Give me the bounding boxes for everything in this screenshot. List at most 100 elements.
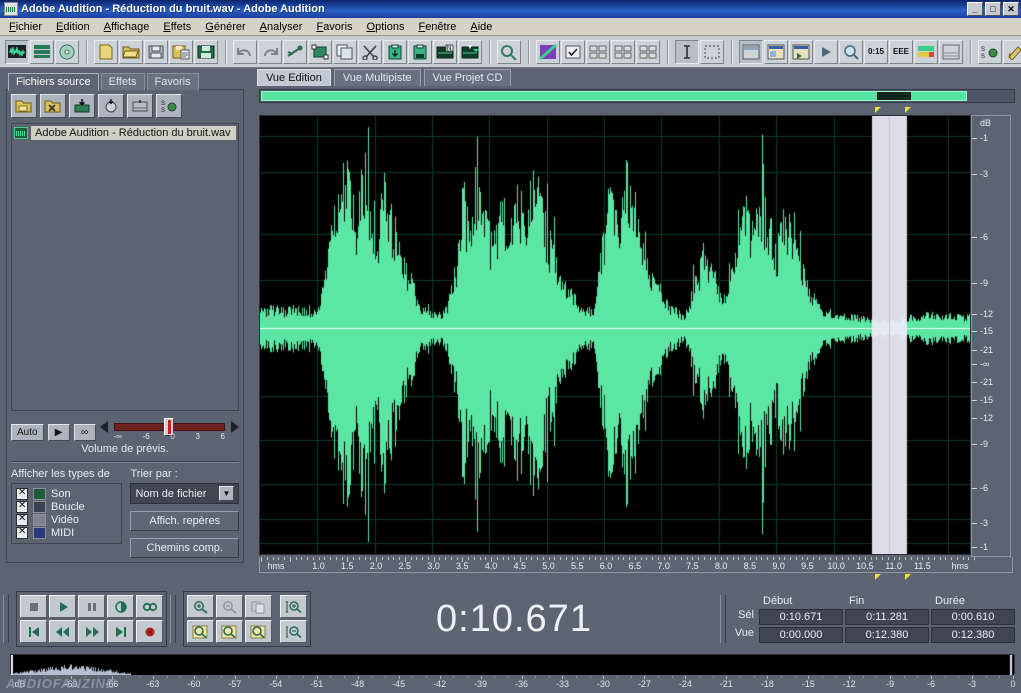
preview-play-button[interactable]: ▶ xyxy=(47,423,70,441)
scissors-icon[interactable] xyxy=(358,39,382,64)
save-icon[interactable] xyxy=(144,39,168,64)
options-icon[interactable]: SS xyxy=(156,94,182,118)
tab-vue-projet-cd[interactable]: Vue Projet CD xyxy=(423,69,512,86)
edit-view-icon[interactable] xyxy=(5,39,29,64)
auto-preview-button[interactable]: Auto xyxy=(11,423,44,441)
zoom-out-horizontal-button[interactable] xyxy=(216,595,243,618)
zoom-in-horizontal-button[interactable] xyxy=(187,595,214,618)
time-display[interactable]: 0:10.671 xyxy=(311,598,717,641)
cut-clip-icon[interactable] xyxy=(283,39,307,64)
menu-item-effets[interactable]: Effets xyxy=(156,19,198,35)
volume-decrease-arrow[interactable] xyxy=(99,421,108,433)
time-window-icon[interactable]: 0:15 xyxy=(864,39,888,64)
zoom-grip[interactable] xyxy=(170,595,176,643)
zoom-window-icon[interactable] xyxy=(839,39,863,64)
transport-grip[interactable] xyxy=(3,595,9,643)
play-button[interactable] xyxy=(49,595,76,618)
marquee-selection-tool-icon[interactable] xyxy=(700,39,724,64)
chevron-down-icon[interactable]: ▼ xyxy=(219,486,234,501)
time-selection-tool-icon[interactable] xyxy=(675,39,699,64)
go-to-start-button[interactable] xyxy=(20,620,47,643)
tab-vue-edition[interactable]: Vue Edition xyxy=(257,69,331,86)
sel-end-field[interactable]: 0:11.281 xyxy=(845,609,929,625)
horizontal-scrollbar[interactable] xyxy=(259,89,1015,103)
open-file-icon[interactable] xyxy=(11,94,37,118)
new-file-icon[interactable] xyxy=(94,39,118,64)
time-ruler[interactable]: hms hms 1.0 1.5 2.0 2.5 3.0 3.5 4.0 4.5 5.0 5.5 6.0 6… xyxy=(259,557,1013,573)
view-end-field[interactable]: 0:12.380 xyxy=(845,627,929,643)
menu-item-analyser[interactable]: Analyser xyxy=(253,19,310,35)
record-button[interactable] xyxy=(136,620,163,643)
tab-vue-multipiste[interactable]: Vue Multipiste xyxy=(333,69,421,86)
sel-start-field[interactable]: 0:10.671 xyxy=(759,609,843,625)
checkbox-boucle[interactable] xyxy=(16,500,28,513)
waveform-canvas[interactable] xyxy=(260,116,970,554)
menu-item-aide[interactable]: Aide xyxy=(463,19,499,35)
waveform-display[interactable] xyxy=(259,115,971,555)
db-ruler[interactable]: dB -1 -3 -6 -9 -12 -15 -21 -∞ -21 -15 -12 -9 -6 -3 -1 xyxy=(971,115,1011,557)
selview-grip[interactable] xyxy=(720,595,726,643)
level-meter-bar[interactable] xyxy=(10,654,1015,675)
list-item[interactable]: Adobe Audition - Réduction du bruit.wav xyxy=(14,126,236,140)
selection-end-marker[interactable] xyxy=(905,107,911,113)
paste-icon[interactable] xyxy=(383,39,407,64)
copy-to-new-icon[interactable]: N xyxy=(433,39,457,64)
menu-item-favoris[interactable]: Favoris xyxy=(309,19,359,35)
menu-item-edition[interactable]: Edition xyxy=(49,19,97,35)
level-meters-icon[interactable] xyxy=(914,39,938,64)
preview-volume-slider[interactable]: -∞ -6 0 3 6 xyxy=(99,417,239,447)
transport-window-icon[interactable] xyxy=(814,39,838,64)
grid-2-icon[interactable] xyxy=(611,39,635,64)
view-length-field[interactable]: 0:12.380 xyxy=(931,627,1015,643)
menu-item-gnrer[interactable]: Générer xyxy=(198,19,252,35)
favorites-icon[interactable] xyxy=(1003,39,1021,64)
redo-icon[interactable] xyxy=(258,39,282,64)
select-all-icon[interactable] xyxy=(561,39,585,64)
go-to-end-button[interactable] xyxy=(107,620,134,643)
view-start-field[interactable]: 0:00.000 xyxy=(759,627,843,643)
cd-project-view-icon[interactable] xyxy=(55,39,79,64)
placeholder-window-icon[interactable] xyxy=(939,39,963,64)
minimize-button[interactable]: _ xyxy=(967,2,983,16)
insert-multitrack-icon[interactable] xyxy=(69,94,95,118)
pause-button[interactable] xyxy=(78,595,105,618)
show-cues-button[interactable]: Affich. repères xyxy=(130,511,239,531)
zoom-search-icon[interactable] xyxy=(497,39,521,64)
menu-item-fentre[interactable]: Fenêtre xyxy=(411,19,463,35)
grid-3-icon[interactable] xyxy=(636,39,660,64)
checkbox-midi[interactable] xyxy=(16,526,28,539)
copy-icon[interactable] xyxy=(333,39,357,64)
filter-row-video[interactable]: Vidéo xyxy=(16,513,117,526)
volume-increase-arrow[interactable] xyxy=(231,421,239,433)
zoom-out-vertical-button[interactable] xyxy=(280,620,307,643)
full-paths-button[interactable]: Chemins comp. xyxy=(130,538,239,558)
fast-forward-button[interactable] xyxy=(78,620,105,643)
close-file-icon[interactable] xyxy=(40,94,66,118)
checkbox-video[interactable] xyxy=(16,513,28,526)
selection-view-window-icon[interactable]: EEE xyxy=(889,39,913,64)
menu-item-options[interactable]: Options xyxy=(360,19,412,35)
mix-paste-icon[interactable] xyxy=(408,39,432,64)
window-toolbar-icon[interactable] xyxy=(739,39,763,64)
file-name[interactable]: Adobe Audition - Réduction du bruit.wav xyxy=(31,126,236,140)
tab-favoris[interactable]: Favoris xyxy=(146,73,199,90)
sel-length-field[interactable]: 0:00.610 xyxy=(931,609,1015,625)
source-file-list[interactable]: Adobe Audition - Réduction du bruit.wav xyxy=(11,123,239,411)
zoom-to-selection-button[interactable] xyxy=(245,620,272,643)
preview-loop-button[interactable]: ∞ xyxy=(73,423,96,441)
close-button[interactable]: ✕ xyxy=(1003,2,1019,16)
stop-button[interactable] xyxy=(20,595,47,618)
loop-button[interactable] xyxy=(136,595,163,618)
spectral-view-icon[interactable] xyxy=(536,39,560,64)
insert-cd-icon[interactable] xyxy=(127,94,153,118)
zoom-in-vertical-button[interactable] xyxy=(280,595,307,618)
zoom-to-selection-right-button[interactable] xyxy=(216,620,243,643)
organizer-window-icon[interactable] xyxy=(764,39,788,64)
tab-fichiers-source[interactable]: Fichiers source xyxy=(8,73,99,91)
filter-row-boucle[interactable]: Boucle xyxy=(16,500,117,513)
zoom-to-selection-left-button[interactable] xyxy=(187,620,214,643)
script-icon[interactable]: SS xyxy=(978,39,1002,64)
tab-effets[interactable]: Effets xyxy=(100,73,145,90)
menu-item-fichier[interactable]: Fichier xyxy=(2,19,49,35)
scrollbar-thumb[interactable] xyxy=(261,91,967,101)
